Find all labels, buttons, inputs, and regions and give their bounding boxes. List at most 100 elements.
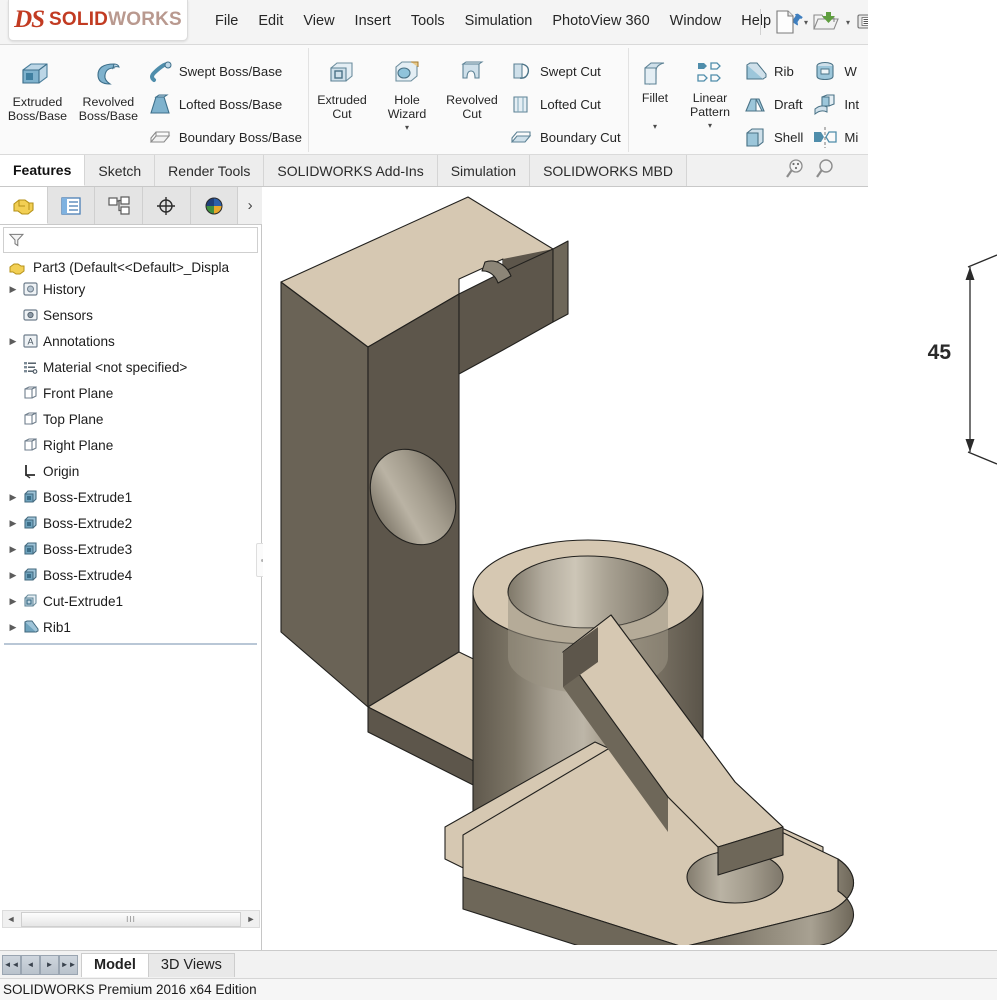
- hole-wizard-caret[interactable]: ▾: [405, 123, 409, 132]
- scroll-left-arrow[interactable]: ◄: [3, 914, 19, 924]
- next-tab-button[interactable]: ►: [40, 954, 59, 975]
- menu-item-window[interactable]: Window: [660, 10, 732, 32]
- tree-rollback-bar[interactable]: [4, 643, 257, 645]
- lofted-boss-base-button[interactable]: Lofted Boss/Base: [144, 88, 308, 121]
- expand-twisty[interactable]: ▶: [6, 492, 20, 503]
- hole-wizard-button[interactable]: Hole Wizard ▾: [375, 52, 439, 132]
- feature-tree-filter[interactable]: [3, 227, 258, 253]
- tree-item-front-plane[interactable]: Front Plane: [0, 380, 261, 406]
- expand-twisty[interactable]: ▶: [6, 622, 20, 633]
- boundary-boss-base-button[interactable]: Boundary Boss/Base: [144, 121, 308, 154]
- boundary-cut-button[interactable]: Boundary Cut: [505, 121, 627, 154]
- tree-item-top-plane[interactable]: Top Plane: [0, 406, 261, 432]
- open-document-caret[interactable]: ▾: [846, 18, 850, 27]
- feature-tree-hscrollbar[interactable]: ◄ III ►: [2, 910, 260, 928]
- revolved-boss-base-button[interactable]: Revolved Boss/Base: [73, 52, 144, 123]
- previous-tab-button[interactable]: ◄: [21, 954, 40, 975]
- tab-3d-views[interactable]: 3D Views: [147, 952, 235, 977]
- open-document-button[interactable]: [812, 6, 842, 38]
- scroll-right-arrow[interactable]: ►: [243, 914, 259, 924]
- hole-wizard-icon: [395, 61, 419, 82]
- feature-tree-root[interactable]: Part3 (Default<<Default>_Displa: [0, 258, 261, 276]
- display-manager-tab[interactable]: [190, 187, 239, 224]
- menu-item-edit[interactable]: Edit: [248, 10, 293, 32]
- tree-item-boss-extrude1[interactable]: ▶ Boss-Extrude1: [0, 484, 261, 510]
- property-manager-tab[interactable]: [47, 187, 96, 224]
- tree-item-boss-extrude2[interactable]: ▶ Boss-Extrude2: [0, 510, 261, 536]
- new-document-caret[interactable]: ▾: [804, 18, 808, 27]
- menu-item-tools[interactable]: Tools: [401, 10, 455, 32]
- expand-twisty[interactable]: ▶: [6, 596, 20, 607]
- configuration-manager-tab[interactable]: [95, 187, 143, 224]
- menu-item-file[interactable]: File: [205, 10, 248, 32]
- ribbon-group-boss-base: Extruded Boss/Base Revolved Boss/Base Sw…: [2, 48, 309, 152]
- extruded-cut-button[interactable]: Extruded Cut: [309, 52, 375, 121]
- linear-pattern-button[interactable]: Linear Pattern ▾: [681, 52, 739, 130]
- tab-model[interactable]: Model: [81, 952, 149, 977]
- tree-item-material[interactable]: Material <not specified>: [0, 354, 261, 380]
- wrap-button[interactable]: W: [809, 55, 865, 88]
- tab-solidworks-mbd[interactable]: SOLIDWORKS MBD: [530, 155, 687, 186]
- swept-boss-base-button[interactable]: Swept Boss/Base: [144, 55, 308, 88]
- logo-solid-text: SOLID: [49, 9, 109, 30]
- tab-features[interactable]: Features: [0, 155, 86, 186]
- window-chrome-right: [868, 0, 997, 45]
- tree-item-right-plane[interactable]: Right Plane: [0, 432, 261, 458]
- intersect-button[interactable]: Int: [809, 88, 865, 121]
- extruded-cut-icon: [330, 62, 353, 82]
- tab-solidworks-add-ins[interactable]: SOLIDWORKS Add-Ins: [264, 155, 438, 186]
- new-document-button[interactable]: [770, 6, 800, 38]
- scroll-thumb[interactable]: III: [21, 911, 241, 927]
- tree-item-history[interactable]: ▶ History: [0, 276, 261, 302]
- expand-twisty[interactable]: ▶: [6, 570, 20, 581]
- tree-item-label: Boss-Extrude2: [43, 515, 133, 531]
- feature-manager-tab[interactable]: [0, 187, 48, 224]
- boundary-cut-label: Boundary Cut: [540, 130, 621, 145]
- tree-item-cut-extrude1[interactable]: ▶ Cut-Extrude1: [0, 588, 261, 614]
- last-tab-button[interactable]: ►►: [59, 954, 78, 975]
- extruded-boss-base-button[interactable]: Extruded Boss/Base: [2, 52, 73, 123]
- fillet-caret[interactable]: ▾: [653, 122, 657, 131]
- tree-item-boss-extrude3[interactable]: ▶ Boss-Extrude3: [0, 536, 261, 562]
- dimxpert-manager-tab[interactable]: [142, 187, 191, 224]
- fillet-button[interactable]: Fillet ▾: [629, 52, 681, 131]
- graphics-viewport[interactable]: 45: [263, 187, 997, 945]
- expand-twisty[interactable]: ▶: [6, 284, 20, 295]
- tab-simulation[interactable]: Simulation: [437, 155, 531, 186]
- boss-base-small-commands: Swept Boss/Base Lofted Boss/Base Boundar…: [144, 52, 308, 154]
- solidworks-logo[interactable]: DS SOLID WORKS: [8, 0, 188, 41]
- lofted-cut-button[interactable]: Lofted Cut: [505, 88, 627, 121]
- linear-pattern-caret[interactable]: ▾: [708, 121, 712, 130]
- menu-item-insert[interactable]: Insert: [345, 10, 401, 32]
- expand-twisty[interactable]: ▶: [6, 544, 20, 555]
- tab-render-tools[interactable]: Render Tools: [155, 155, 265, 186]
- expand-twisty[interactable]: ▶: [6, 336, 20, 347]
- menu-item-simulation[interactable]: Simulation: [455, 10, 543, 32]
- revolved-cut-button[interactable]: Revolved Cut: [439, 52, 505, 121]
- boss-extrude-icon: [20, 489, 40, 505]
- expand-twisty[interactable]: ▶: [6, 518, 20, 529]
- tab-sketch[interactable]: Sketch: [85, 155, 156, 186]
- tree-item-label: History: [43, 281, 86, 297]
- wrap-label: W: [844, 64, 857, 79]
- mirror-button[interactable]: Mi: [809, 121, 865, 154]
- tree-item-sensors[interactable]: Sensors: [0, 302, 261, 328]
- feature-tree-filter-input[interactable]: [24, 231, 257, 249]
- shell-button[interactable]: Shell: [739, 121, 809, 154]
- swept-cut-button[interactable]: Swept Cut: [505, 55, 627, 88]
- feature-manager-panel: › Part3 (Default<<Default>_Displa ▶ Hist…: [0, 187, 263, 950]
- tree-item-annotations[interactable]: ▶ A Annotations: [0, 328, 261, 354]
- draft-label: Draft: [774, 97, 803, 112]
- menu-item-photoview[interactable]: PhotoView 360: [542, 10, 659, 32]
- rib-button[interactable]: Rib: [739, 55, 809, 88]
- tree-item-boss-extrude4[interactable]: ▶ Boss-Extrude4: [0, 562, 261, 588]
- tree-item-rib1[interactable]: ▶ Rib1: [0, 614, 261, 640]
- more-panel-tabs-button[interactable]: ›: [238, 187, 263, 224]
- menu-item-view[interactable]: View: [293, 10, 344, 32]
- draft-button[interactable]: Draft: [739, 88, 809, 121]
- search-icon[interactable]: [813, 157, 837, 186]
- first-tab-button[interactable]: ◄◄: [2, 954, 21, 975]
- tree-item-origin[interactable]: Origin: [0, 458, 261, 484]
- feature-tree: Part3 (Default<<Default>_Displa ▶ Histor…: [0, 253, 261, 645]
- search-options-icon[interactable]: [783, 157, 807, 186]
